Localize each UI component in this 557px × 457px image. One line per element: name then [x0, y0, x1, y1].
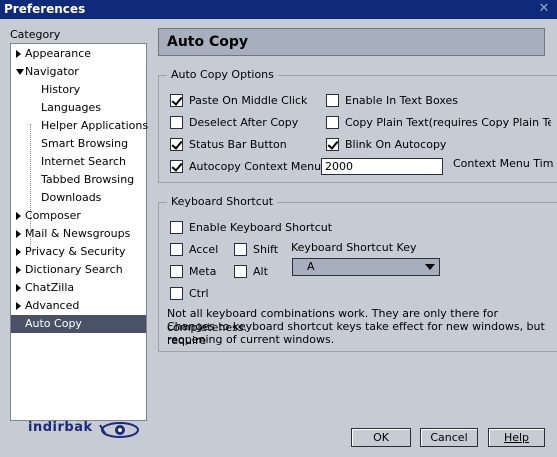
category-label: Category [10, 28, 61, 41]
sidebar-item-label: Composer [25, 209, 81, 222]
meta-label: Meta [189, 265, 217, 278]
sidebar-item-advanced[interactable]: Advanced [11, 297, 146, 315]
close-icon[interactable]: ✕ [537, 2, 551, 16]
sidebar-item-languages[interactable]: Languages [11, 99, 146, 117]
twisty-closed-icon[interactable] [16, 284, 21, 292]
indirbak-logo-icon [99, 422, 139, 438]
page-title: Auto Copy [158, 28, 545, 56]
auto-copy-options-legend: Auto Copy Options [167, 68, 278, 81]
sidebar-item-privacy-security[interactable]: Privacy & Security [11, 243, 146, 261]
sidebar-item-label: Downloads [41, 191, 102, 204]
twisty-closed-icon[interactable] [16, 230, 21, 238]
twisty-closed-icon[interactable] [16, 50, 21, 58]
status-bar-button-label: Status Bar Button [189, 138, 287, 151]
alt-checkbox[interactable] [234, 265, 247, 278]
keyboard-shortcut-key-select[interactable]: A [292, 258, 440, 276]
sidebar-item-chatzilla[interactable]: ChatZilla [11, 279, 146, 297]
deselect-after-copy-label: Deselect After Copy [189, 116, 299, 129]
chevron-down-icon[interactable] [423, 261, 437, 273]
autocopy-context-menu-label: Autocopy Context Menu [189, 160, 322, 173]
deselect-after-copy-checkbox[interactable] [170, 116, 183, 129]
indirbak-logo-text: indirbak [28, 420, 93, 435]
shift-label: Shift [253, 243, 279, 256]
sidebar-item-label: Languages [41, 101, 102, 114]
status-bar-button-checkbox[interactable] [170, 138, 183, 151]
sidebar-item-label: Internet Search [41, 155, 126, 168]
sidebar-item-navigator[interactable]: Navigator [11, 63, 146, 81]
ctrl-label: Ctrl [189, 287, 209, 300]
sidebar-item-label: History [41, 83, 81, 96]
paste-on-middle-click-checkbox[interactable] [170, 94, 183, 107]
blink-on-autocopy-label: Blink On Autocopy [345, 138, 447, 151]
sidebar-item-appearance[interactable]: Appearance [11, 45, 146, 63]
ctrl-checkbox[interactable] [170, 287, 183, 300]
meta-checkbox[interactable] [170, 265, 183, 278]
ok-button[interactable]: OK [351, 428, 411, 447]
copy-plain-text-checkbox[interactable] [326, 116, 339, 129]
sidebar-item-internet-search[interactable]: Internet Search [11, 153, 146, 171]
sidebar-item-label: Smart Browsing [41, 137, 129, 150]
sidebar-item-dictionary-search[interactable]: Dictionary Search [11, 261, 146, 279]
sidebar-item-label: Appearance [25, 47, 92, 60]
alt-label: Alt [253, 265, 268, 278]
context-menu-timeout-input[interactable]: 2000 [321, 158, 443, 175]
window-title: Preferences [4, 2, 86, 16]
keyboard-shortcut-key-label: Keyboard Shortcut Key [291, 241, 417, 254]
sidebar-item-label: Dictionary Search [25, 263, 123, 276]
sidebar-item-helper-applications[interactable]: Helper Applications [11, 117, 149, 135]
accel-label: Accel [189, 243, 219, 256]
sidebar-item-label: Advanced [25, 299, 80, 312]
twisty-closed-icon[interactable] [16, 248, 21, 256]
sidebar-item-smart-browsing[interactable]: Smart Browsing [11, 135, 146, 153]
enable-in-text-boxes-checkbox[interactable] [326, 94, 339, 107]
sidebar-item-label: ChatZilla [25, 281, 75, 294]
sidebar-item-history[interactable]: History [11, 81, 146, 99]
help-button-label: Help [503, 431, 530, 444]
sidebar-item-auto-copy[interactable]: Auto Copy [11, 315, 146, 333]
twisty-closed-icon[interactable] [16, 266, 21, 274]
accel-checkbox[interactable] [170, 243, 183, 256]
enable-keyboard-shortcut-checkbox[interactable] [170, 221, 183, 234]
shift-checkbox[interactable] [234, 243, 247, 256]
sidebar-item-label: Auto Copy [25, 317, 82, 330]
blink-on-autocopy-checkbox[interactable] [326, 138, 339, 151]
sidebar-item-label: Mail & Newsgroups [25, 227, 131, 240]
shortcut-note-line-3: reopening of current windows. [167, 333, 335, 346]
twisty-open-icon[interactable] [16, 69, 24, 75]
category-tree[interactable]: Appearance Navigator History Languages Helpe… [10, 43, 149, 421]
sidebar-item-label: Privacy & Security [25, 245, 126, 258]
twisty-closed-icon[interactable] [16, 212, 21, 220]
sidebar-item-downloads[interactable]: Downloads [11, 189, 146, 207]
sidebar-item-composer[interactable]: Composer [11, 207, 146, 225]
sidebar-item-label: Tabbed Browsing [41, 173, 135, 186]
sidebar-item-tabbed-browsing[interactable]: Tabbed Browsing [11, 171, 146, 189]
autocopy-context-menu-checkbox[interactable] [170, 160, 183, 173]
sidebar-item-label: Helper Applications [41, 119, 149, 132]
context-menu-timeout-label: Context Menu Timec [453, 157, 553, 170]
sidebar-item-mail-newsgroups[interactable]: Mail & Newsgroups [11, 225, 146, 243]
keyboard-shortcut-key-value: A [307, 260, 315, 273]
twisty-closed-icon[interactable] [16, 302, 21, 310]
copy-plain-text-label: Copy Plain Text(requires Copy Plain Text… [345, 116, 551, 129]
enable-keyboard-shortcut-label: Enable Keyboard Shortcut [189, 221, 333, 234]
keyboard-shortcut-legend: Keyboard Shortcut [167, 195, 278, 208]
enable-in-text-boxes-label: Enable In Text Boxes [345, 94, 459, 107]
cancel-button[interactable]: Cancel [420, 428, 478, 447]
paste-on-middle-click-label: Paste On Middle Click [189, 94, 308, 107]
sidebar-item-label: Navigator [25, 65, 79, 78]
window-titlebar: Preferences ✕ [0, 0, 557, 19]
help-button[interactable]: Help [488, 428, 545, 447]
